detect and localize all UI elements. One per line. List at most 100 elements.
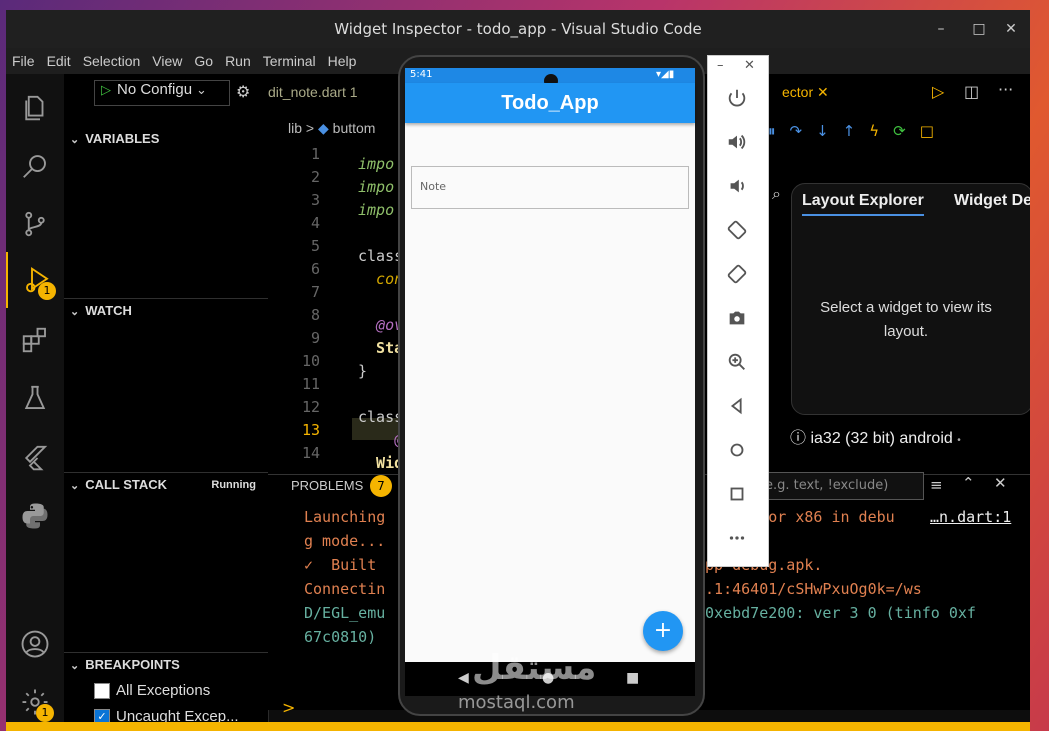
note-placeholder: Note — [420, 180, 447, 193]
code-line[interactable]: impo — [358, 201, 394, 219]
gear-icon[interactable]: ⚙ — [236, 82, 250, 101]
call-stack-status: Running — [211, 479, 256, 491]
close-panel-icon[interactable]: ✕ — [994, 474, 1007, 492]
config-label: No Configu — [117, 81, 193, 98]
code-line[interactable]: class — [358, 408, 403, 426]
close-button[interactable]: ✕ — [996, 10, 1026, 48]
bp-all-exceptions[interactable]: All Exceptions — [94, 682, 210, 700]
more-options-icon[interactable] — [707, 516, 767, 560]
menu-selection[interactable]: Selection — [77, 48, 147, 74]
watermark-arabic: مستقل — [472, 648, 597, 688]
device-selector[interactable]: ⓘ ia32 (32 bit) android • — [790, 424, 961, 448]
filter-input[interactable]: e.g. text, !exclude) — [762, 472, 924, 500]
search-icon[interactable] — [6, 138, 64, 194]
pause-icon[interactable]: ⏸ — [768, 122, 790, 140]
code-line[interactable]: Wid — [358, 454, 403, 472]
debug-console-prompt[interactable]: > — [282, 698, 295, 717]
chevron-up-icon[interactable]: ⌃ — [962, 474, 975, 492]
start-debug-icon[interactable]: ▷ — [101, 83, 111, 98]
rotate-right-icon[interactable] — [707, 252, 767, 296]
signal-icons: ▾◢▮ — [656, 69, 675, 80]
explorer-icon[interactable] — [6, 80, 64, 136]
code-line[interactable]: @ — [358, 431, 403, 449]
line-number: 9 — [310, 329, 320, 347]
terminal-line: Connectin — [304, 580, 386, 598]
debug-config-select[interactable]: ▷ No Configu ⌄ — [94, 80, 230, 106]
section-call-stack[interactable]: ⌄ CALL STACK Running — [64, 474, 268, 496]
python-icon[interactable] — [6, 488, 64, 544]
volume-up-icon[interactable] — [707, 120, 767, 164]
menu-view[interactable]: View — [146, 48, 188, 74]
note-input[interactable]: Note — [411, 166, 689, 209]
code-line[interactable]: @ov — [358, 316, 403, 334]
minimize-button[interactable]: – — [926, 10, 956, 48]
maximize-button[interactable]: □ — [964, 10, 994, 48]
nav-back-icon[interactable]: ◀ — [458, 670, 469, 686]
testing-icon[interactable] — [6, 370, 64, 426]
phone-time: 5:41 — [410, 69, 433, 80]
chevron-down-icon: ⌄ — [70, 480, 80, 492]
breadcrumb: lib > ◆ buttom — [288, 120, 376, 136]
code-line[interactable]: class — [358, 247, 403, 265]
restart-icon[interactable]: ⟳ — [893, 122, 920, 140]
hot-reload-icon[interactable]: ϟ — [869, 122, 893, 140]
camera-icon[interactable] — [707, 296, 767, 340]
nav-recents-icon[interactable]: ■ — [626, 670, 639, 686]
checkbox[interactable] — [94, 683, 110, 700]
tab-problems[interactable]: PROBLEMS — [291, 478, 363, 493]
account-icon[interactable] — [6, 616, 64, 672]
section-variables[interactable]: ⌄ VARIABLES — [64, 128, 268, 150]
inspector-tab[interactable]: ector ✕ — [782, 84, 829, 101]
line-number: 3 — [310, 191, 320, 209]
tab-widget-details[interactable]: Widget De — [954, 192, 1030, 210]
extensions-icon[interactable] — [6, 312, 64, 368]
emu-minimize-icon[interactable]: – — [717, 58, 724, 73]
breadcrumb-file[interactable]: buttom — [333, 120, 376, 136]
menu-terminal[interactable]: Terminal — [257, 48, 322, 74]
empty-message: Select a widget to view its layout. — [820, 299, 992, 340]
stop-icon[interactable]: □ — [920, 122, 948, 140]
power-icon[interactable] — [707, 76, 767, 120]
section-watch[interactable]: ⌄ WATCH — [64, 300, 268, 322]
close-tab-icon[interactable]: ✕ — [817, 84, 829, 100]
device-label: ia32 (32 bit) android — [810, 430, 953, 447]
divider — [64, 298, 268, 299]
rotate-left-icon[interactable] — [707, 208, 767, 252]
flutter-icon[interactable] — [6, 430, 64, 486]
code-line[interactable]: con — [358, 270, 403, 288]
editor-tab[interactable]: dit_note.dart 1 — [268, 84, 358, 100]
overview-icon[interactable] — [707, 472, 767, 516]
section-breakpoints[interactable]: ⌄ BREAKPOINTS — [64, 654, 268, 676]
back-icon[interactable] — [707, 384, 767, 428]
step-out-icon[interactable]: ↑ — [843, 122, 870, 140]
file-link[interactable]: …n.dart:1 — [930, 508, 1011, 526]
code-line[interactable]: Sta — [358, 339, 403, 357]
menu-edit[interactable]: Edit — [41, 48, 77, 74]
window-title: Widget Inspector - todo_app - Visual Stu… — [334, 20, 702, 38]
source-control-icon[interactable] — [6, 196, 64, 252]
search-widget-icon[interactable]: ⌕ — [772, 184, 781, 204]
menu-help[interactable]: Help — [322, 48, 363, 74]
code-line[interactable]: impo — [358, 155, 394, 173]
tab-layout-explorer[interactable]: Layout Explorer — [802, 192, 924, 216]
code-line[interactable]: impo — [358, 178, 394, 196]
step-over-icon[interactable]: ↷ — [790, 122, 817, 140]
more-icon[interactable]: ··· — [998, 80, 1013, 99]
line-number: 2 — [310, 168, 320, 186]
menu-run[interactable]: Run — [219, 48, 257, 74]
step-into-icon[interactable]: ↓ — [816, 122, 843, 140]
split-editor-icon[interactable]: ◫ — [964, 82, 979, 101]
add-note-fab[interactable]: + — [643, 611, 683, 651]
info-icon: ⓘ — [790, 430, 807, 447]
emu-close-icon[interactable]: ✕ — [744, 58, 755, 73]
volume-down-icon[interactable] — [707, 164, 767, 208]
clear-output-icon[interactable]: ≡ — [930, 476, 943, 494]
home-icon[interactable] — [707, 428, 767, 472]
breadcrumb-root[interactable]: lib — [288, 120, 302, 136]
code-line[interactable]: } — [358, 362, 367, 380]
menu-go[interactable]: Go — [188, 48, 219, 74]
run-debug-icon[interactable]: 1 — [6, 252, 66, 308]
run-icon[interactable]: ▷ — [932, 82, 944, 101]
menu-file[interactable]: File — [6, 48, 41, 74]
zoom-icon[interactable] — [707, 340, 767, 384]
